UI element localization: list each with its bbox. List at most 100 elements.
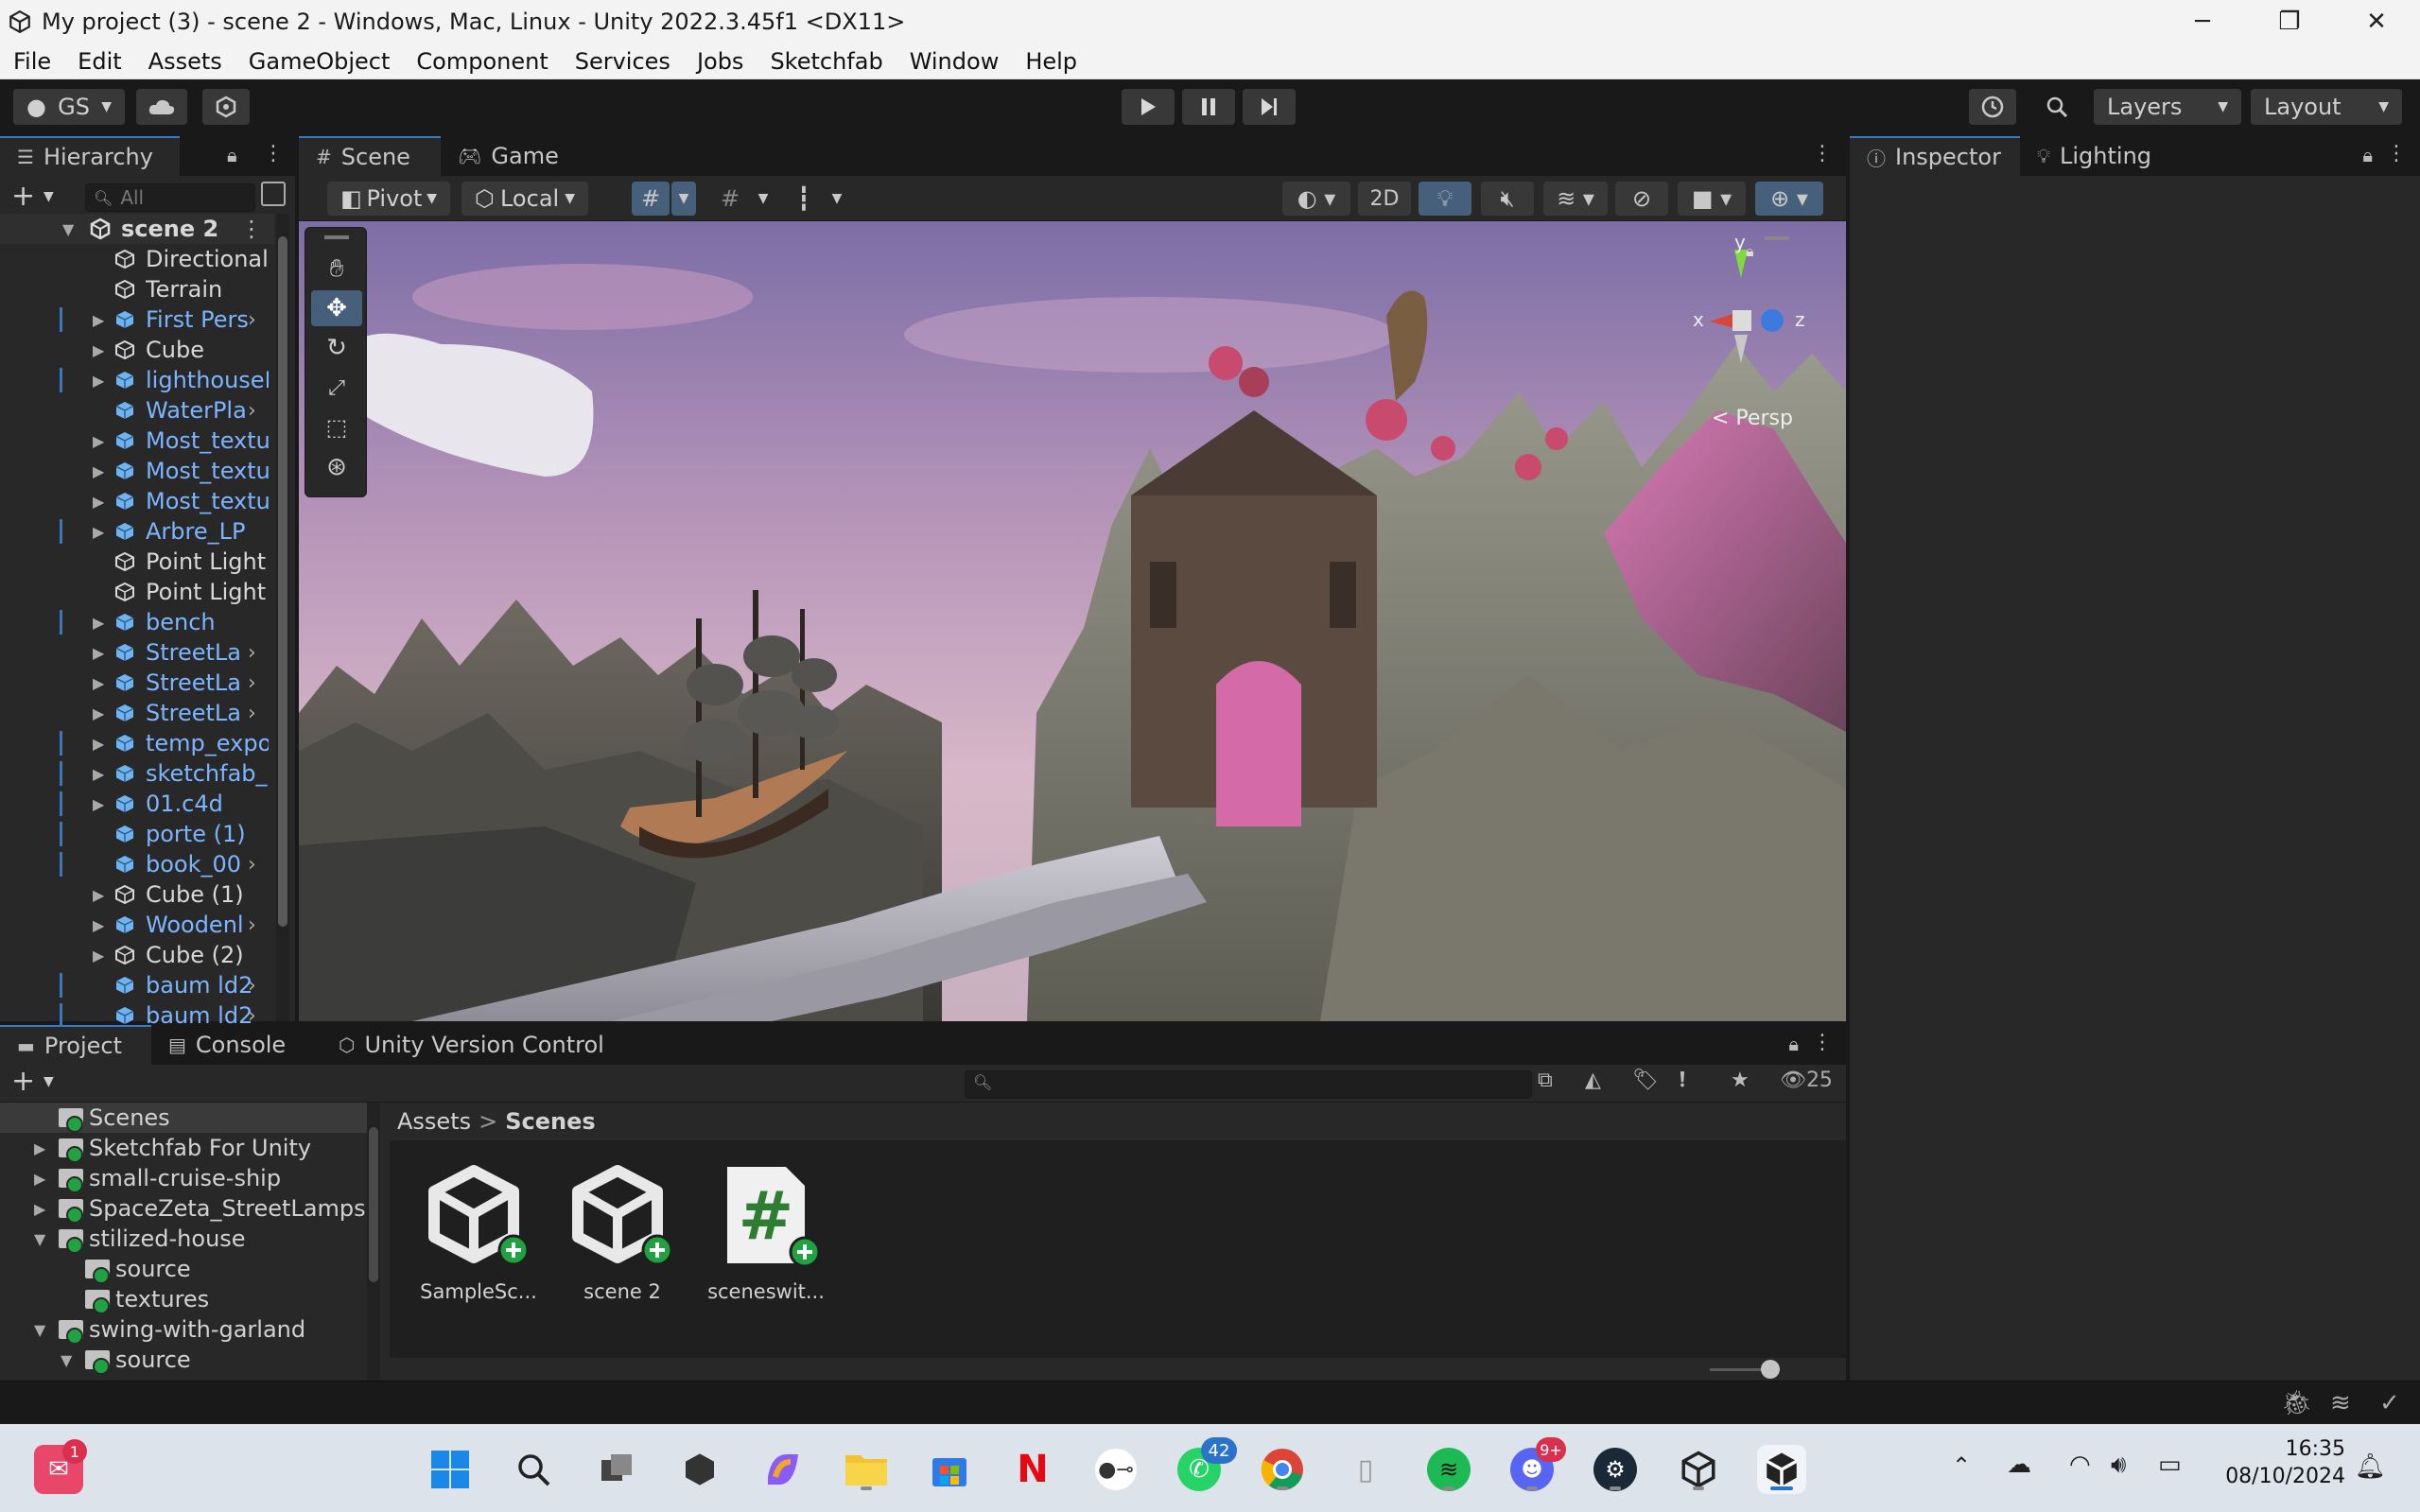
hierarchy-item[interactable]: book_00 › <box>0 849 274 879</box>
hierarchy-item[interactable]: ▶ First Pers › <box>0 304 274 335</box>
drag-handle-icon[interactable] <box>1765 236 1789 240</box>
menu-file[interactable]: File <box>13 48 51 75</box>
chevron-right-icon[interactable]: ▶ <box>93 886 104 904</box>
hierarchy-item[interactable]: Point Light <box>0 547 274 577</box>
grid-snap-button[interactable]: # <box>632 182 670 216</box>
menu-assets[interactable]: Assets <box>148 48 222 75</box>
breadcrumb-scenes[interactable]: Scenes <box>505 1108 595 1135</box>
grid-snap-dropdown[interactable]: ▼ <box>671 182 696 216</box>
minimize-button[interactable]: ─ <box>2159 0 2246 43</box>
folder-tree-item[interactable]: ▼ source <box>0 1345 367 1375</box>
chevron-right-icon[interactable]: ▶ <box>93 341 104 359</box>
chevron-right-icon[interactable]: › <box>248 853 256 877</box>
debug-icon[interactable]: 🐞︎ <box>2281 1389 2312 1417</box>
menu-edit[interactable]: Edit <box>78 48 121 75</box>
shading-mode-dropdown[interactable]: ◐ ▾ <box>1282 182 1350 216</box>
hierarchy-item[interactable]: ▶ Most_textur <box>0 426 274 456</box>
hierarchy-item[interactable]: ▶ Woodenl › <box>0 910 274 940</box>
scrollbar-thumb[interactable] <box>369 1127 378 1282</box>
check-circle-icon[interactable]: ✓ <box>2379 1389 2400 1417</box>
pause-button[interactable] <box>1182 89 1235 125</box>
chevron-right-icon[interactable]: ▶ <box>93 735 104 753</box>
tab-hierarchy[interactable]: ☰ Hierarchy <box>0 136 180 176</box>
kebab-menu-icon[interactable]: ⋮ <box>2386 142 2407 165</box>
hierarchy-item[interactable]: WaterPla › <box>0 395 274 426</box>
tree-toggle-icon[interactable]: ▶ <box>34 1200 45 1218</box>
tree-toggle-icon[interactable]: ▼ <box>34 1230 45 1248</box>
whatsapp-app[interactable]: ✆ 42 <box>1175 1437 1237 1494</box>
hierarchy-scrollbar[interactable] <box>276 214 289 1021</box>
unity-editor-app[interactable] <box>1757 1445 1806 1494</box>
hierarchy-item[interactable]: ▶ Cube (2) <box>0 940 274 970</box>
task-view-button[interactable] <box>592 1445 641 1494</box>
hierarchy-item[interactable]: ▶ Most_textur <box>0 456 274 486</box>
chevron-right-icon[interactable]: › <box>248 1004 256 1028</box>
tree-toggle-icon[interactable]: ▼ <box>61 1351 72 1369</box>
tree-toggle-icon[interactable]: ▼ <box>34 1321 45 1339</box>
kebab-menu-icon[interactable]: ⋮ <box>240 216 263 242</box>
hand-tool-icon[interactable]: ✋︎ <box>311 251 362 287</box>
step-button[interactable] <box>1243 89 1296 125</box>
drag-handle-icon[interactable] <box>324 235 349 239</box>
maximize-button[interactable]: ❐ <box>2246 0 2333 43</box>
chevron-down-icon[interactable]: ▼ <box>44 189 54 204</box>
hierarchy-search-input[interactable]: 🔍︎ All <box>85 183 255 212</box>
chevron-down-icon[interactable]: ▼ <box>44 1074 54 1089</box>
wifi-icon[interactable]: ◠ <box>2069 1451 2091 1479</box>
alert-icon[interactable]: ❗︎ <box>1680 1069 1685 1092</box>
folder-tree-item[interactable]: ▶ Sketchfab For Unity <box>0 1133 367 1163</box>
menu-help[interactable]: Help <box>1025 48 1077 75</box>
folder-tree-item[interactable]: ▼ stilized-house <box>0 1224 367 1254</box>
tab-version-control[interactable]: ⬡ Unity Version Control <box>322 1025 624 1065</box>
layout-dropdown[interactable]: Layout ▼ <box>2251 89 2402 125</box>
audio-toggle-button[interactable]: 🔇︎ <box>1481 182 1534 216</box>
rotate-tool-icon[interactable]: ↻ <box>311 330 362 366</box>
chevron-right-icon[interactable]: ▶ <box>93 523 104 541</box>
hierarchy-item[interactable]: ▶ Cube <box>0 335 274 365</box>
hierarchy-item[interactable]: ▶ sketchfab_r <box>0 758 274 789</box>
menu-services[interactable]: Services <box>575 48 670 75</box>
unity-hub-app[interactable] <box>675 1445 724 1494</box>
kebab-menu-icon[interactable]: ⋮ <box>263 142 284 165</box>
chevron-right-icon[interactable]: › <box>248 702 256 725</box>
tree-toggle-icon[interactable]: ▶ <box>34 1139 45 1157</box>
scene-visibility-icon[interactable] <box>261 182 286 206</box>
chevron-right-icon[interactable]: ▶ <box>93 795 104 813</box>
lock-icon[interactable]: 🔒︎ <box>227 144 237 166</box>
hidden-objects-button[interactable]: ⊘ <box>1615 182 1668 216</box>
volume-icon[interactable]: 🔊︎ <box>2111 1451 2126 1480</box>
hierarchy-item[interactable]: ▶ StreetLa › <box>0 637 274 668</box>
move-tool-icon[interactable]: ✥ <box>311 290 362 326</box>
asset-tile[interactable]: SampleSc... <box>412 1163 545 1303</box>
discord-app[interactable]: ☻ 9+ <box>1507 1437 1566 1494</box>
chevron-right-icon[interactable]: › <box>248 399 256 423</box>
hierarchy-item[interactable]: Terrain <box>0 274 274 304</box>
chevron-right-icon[interactable]: ▶ <box>93 462 104 480</box>
unity-hub-taskbar-app[interactable] <box>1674 1445 1723 1494</box>
tab-inspector[interactable]: ⓘ Inspector <box>1850 136 2020 176</box>
lighting-toggle-button[interactable]: 💡︎ <box>1419 182 1471 216</box>
teams-app-icon[interactable]: ✉ 1 <box>34 1439 87 1494</box>
hierarchy-item[interactable]: porte (1) <box>0 819 274 849</box>
chevron-right-icon[interactable]: ▶ <box>93 311 104 329</box>
toggle-2d-button[interactable]: 2D <box>1358 182 1411 216</box>
hierarchy-item[interactable]: baum ld2 › <box>0 970 274 1000</box>
key-app[interactable]: ●⊸ <box>1091 1445 1140 1494</box>
tab-scene[interactable]: # Scene <box>299 136 441 176</box>
hidden-count-badge[interactable]: 👁︎25 <box>1780 1069 1833 1092</box>
kebab-menu-icon[interactable]: ⋮ <box>1812 1031 1833 1054</box>
hierarchy-item[interactable]: ▶ Cube (1) <box>0 879 274 910</box>
chevron-up-icon[interactable]: ⌃ <box>1952 1452 1971 1479</box>
chevron-right-icon[interactable]: › <box>248 974 256 998</box>
search-taskbar-button[interactable] <box>509 1445 558 1494</box>
tab-project[interactable]: ▬ Project <box>0 1025 151 1065</box>
lock-icon[interactable]: 🔒︎ <box>1746 242 1754 261</box>
folder-tree-item[interactable]: textures <box>0 1284 367 1314</box>
steam-app[interactable]: ⚙ <box>1591 1445 1640 1494</box>
search-button[interactable] <box>2033 89 2081 125</box>
tag-icon[interactable]: 🏷︎ <box>1632 1069 1659 1092</box>
folder-tree-item[interactable]: ▶ SpaceZeta_StreetLamps2 <box>0 1193 369 1224</box>
scale-tool-icon[interactable]: ⤢ <box>311 370 362 406</box>
menu-component[interactable]: Component <box>416 48 548 75</box>
align-button[interactable]: ┇ <box>785 182 823 216</box>
